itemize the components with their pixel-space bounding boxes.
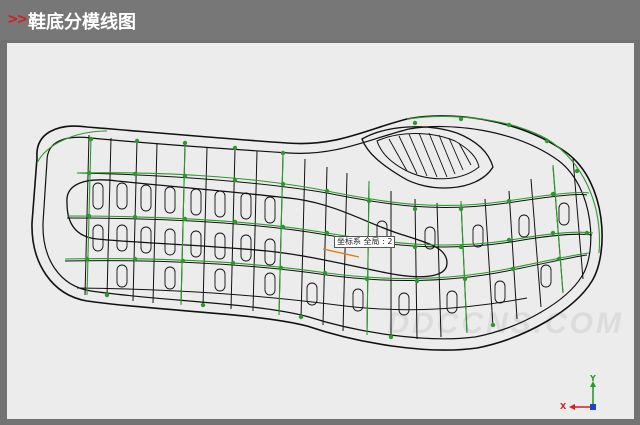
coordinate-system-label: 坐标系 全局 : 2 <box>334 236 396 248</box>
cad-viewport[interactable]: DDCCNS.COM 坐标系 全局: 2 Y X <box>7 43 634 419</box>
coordinate-triad-icon <box>569 381 596 410</box>
heel-channel <box>66 179 448 278</box>
page-title: 鞋底分模线图 <box>28 12 136 33</box>
y-axis-label: Y <box>590 374 596 383</box>
chevron-right-icon: >> <box>8 9 28 28</box>
title-bar: >> 鞋底分模线图 <box>0 0 640 40</box>
parting-line <box>36 115 601 336</box>
sole-grid-horizontal <box>64 172 593 311</box>
x-axis-label: X <box>560 402 567 411</box>
parting-line-nodes <box>84 116 590 340</box>
csys-marker <box>322 248 360 258</box>
shoe-sole-drawing <box>31 115 603 410</box>
toe-arch <box>361 126 494 189</box>
toe-ribs <box>388 132 472 178</box>
sole-inner-outline <box>42 125 592 340</box>
sole-slots <box>92 182 570 316</box>
